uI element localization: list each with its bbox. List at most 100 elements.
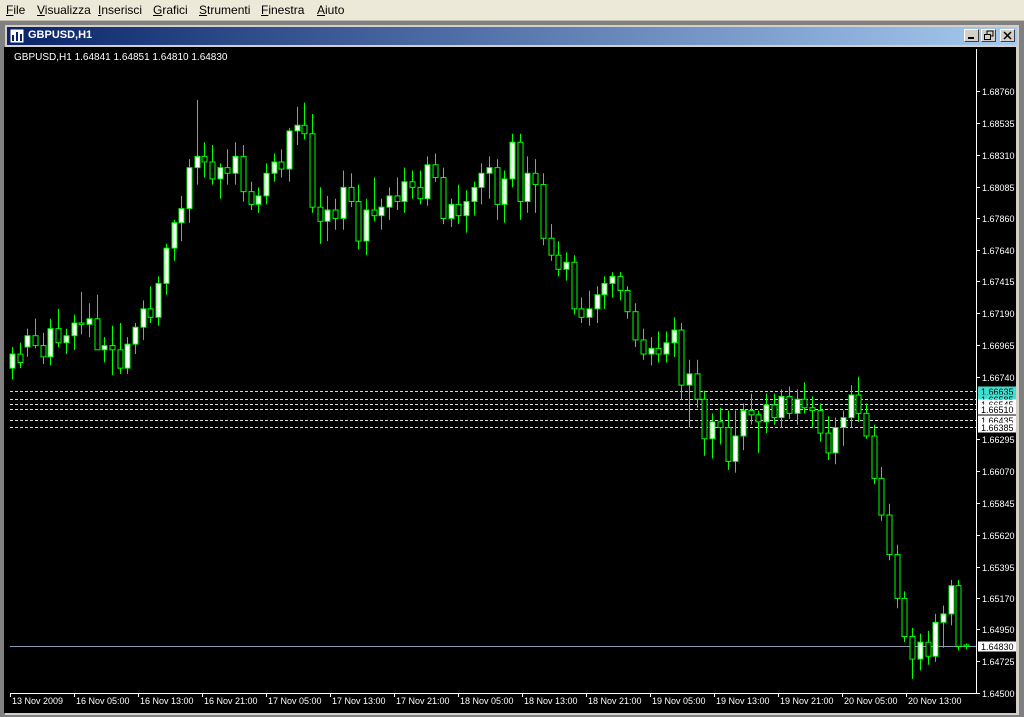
time-tick-label: 18 Nov 13:00	[524, 696, 578, 706]
bull-candle-body	[563, 261, 570, 270]
bear-candle-body	[809, 407, 816, 412]
price-tick-label: 1.68535	[982, 119, 1015, 129]
close-button[interactable]	[1000, 29, 1015, 42]
bull-candle-body	[186, 167, 193, 210]
bull-candle-body	[586, 308, 593, 318]
bull-candle-body	[71, 322, 78, 337]
bear-candle-body	[801, 398, 808, 409]
bull-candle-body	[271, 161, 278, 174]
menu-label: nserisci	[101, 3, 143, 17]
bear-candle-body	[725, 426, 732, 462]
bull-candle-body	[648, 347, 655, 355]
bull-candle-body	[386, 195, 393, 208]
bull-candle-body	[255, 195, 262, 205]
bear-candle-body	[825, 432, 832, 454]
price-tick-label: 1.66740	[982, 373, 1015, 383]
menu-item-inserisci[interactable]: Inserisci	[98, 3, 142, 17]
bear-candle-body	[717, 421, 724, 428]
bull-candle-body	[740, 410, 747, 437]
bull-candle-body	[732, 435, 739, 462]
price-tick-label: 1.68760	[982, 87, 1015, 97]
bull-candle-body	[340, 186, 347, 219]
menu-mnemonic: A	[317, 3, 326, 17]
time-tick-label: 18 Nov 05:00	[460, 696, 514, 706]
bear-candle-body	[863, 412, 870, 437]
bull-candle-body	[478, 172, 485, 188]
menu-item-finestra[interactable]: Finestra	[261, 3, 304, 17]
bear-candle-body	[248, 191, 255, 205]
bear-candle-body	[301, 124, 308, 135]
time-tick-label: 17 Nov 05:00	[268, 696, 322, 706]
bear-candle-body	[786, 395, 793, 414]
bear-candle-body	[571, 261, 578, 310]
menu-item-strumenti[interactable]: Strumenti	[199, 3, 250, 17]
bull-candle-body	[132, 326, 139, 345]
bear-candle-body	[871, 435, 878, 479]
bull-candle-body	[609, 275, 616, 284]
menu-label: ile	[13, 3, 26, 17]
bear-candle-body	[578, 308, 585, 318]
bear-candle-body	[40, 345, 47, 358]
bear-candle-body	[886, 514, 893, 556]
menu-label: inestra	[268, 3, 305, 17]
bear-candle-body	[894, 554, 901, 599]
candle	[901, 591, 908, 643]
menu-bar: File Visualizza Inserisci Grafici Strumenti F…	[0, 0, 1024, 21]
price-tick-label: 1.65395	[982, 563, 1015, 573]
bull-candle-body	[378, 206, 385, 217]
price-tick-label: 1.65170	[982, 594, 1015, 604]
bear-candle-body	[240, 155, 247, 193]
window-title-bar[interactable]: GBPUSD,H1	[7, 27, 1017, 45]
bull-candle-body	[171, 222, 178, 249]
restore-button[interactable]	[981, 29, 996, 42]
bull-candle-body	[778, 395, 785, 419]
bear-candle-body	[317, 206, 324, 222]
menu-item-file[interactable]: File	[6, 3, 25, 17]
bull-candle-body	[86, 318, 93, 325]
bull-candle-body	[709, 421, 716, 440]
menu-item-visualizza[interactable]: Visualizza	[37, 3, 91, 17]
price-level-label: 1.66510	[981, 405, 1014, 415]
bull-candle-body	[178, 208, 185, 224]
bull-candle-body	[848, 394, 855, 419]
candle	[894, 544, 901, 609]
bull-candle-body	[9, 353, 16, 369]
bull-candle-body	[509, 141, 516, 180]
time-tick-label: 16 Nov 13:00	[140, 696, 194, 706]
time-tick-label: 19 Nov 21:00	[780, 696, 834, 706]
menu-label: rafici	[162, 3, 188, 17]
bear-candle-body	[640, 339, 647, 355]
minimize-button[interactable]	[964, 29, 979, 42]
bear-candle-body	[409, 181, 416, 188]
bear-candle-body	[209, 161, 216, 180]
bull-candle-body	[217, 167, 224, 180]
bull-candle-body	[917, 641, 924, 660]
bear-candle-body	[755, 414, 762, 423]
time-tick-label: 17 Nov 13:00	[332, 696, 386, 706]
bull-candle-body	[832, 426, 839, 454]
price-tick-label: 1.67640	[982, 246, 1015, 256]
time-tick-label: 18 Nov 21:00	[588, 696, 642, 706]
price-chart[interactable]: GBPUSD,H1 1.64841 1.64851 1.64810 1.6483…	[4, 47, 1016, 713]
bear-candle-body	[309, 133, 316, 208]
price-level-label: 1.66385	[981, 423, 1014, 433]
time-tick-label: 13 Nov 2009	[12, 696, 63, 706]
price-tick-label: 1.65845	[982, 499, 1015, 509]
bear-candle-body	[963, 644, 970, 647]
menu-mnemonic: S	[199, 3, 208, 17]
bull-candle-body	[263, 172, 270, 197]
bull-candle-body	[424, 164, 431, 200]
bear-candle-body	[224, 167, 231, 174]
bull-candle-body	[24, 335, 31, 348]
bull-candle-body	[324, 209, 331, 222]
bear-candle-body	[371, 209, 378, 217]
menu-item-grafici[interactable]: Grafici	[153, 3, 188, 17]
bull-candle-body	[232, 155, 239, 174]
menu-item-aiuto[interactable]: Aiuto	[317, 3, 344, 17]
price-tick-label: 1.67415	[982, 277, 1015, 287]
price-tick-label: 1.67860	[982, 214, 1015, 224]
bear-candle-body	[147, 308, 154, 318]
bull-candle-body	[501, 178, 508, 205]
bear-candle-body	[201, 155, 208, 163]
menu-label: isualizza	[44, 3, 91, 17]
